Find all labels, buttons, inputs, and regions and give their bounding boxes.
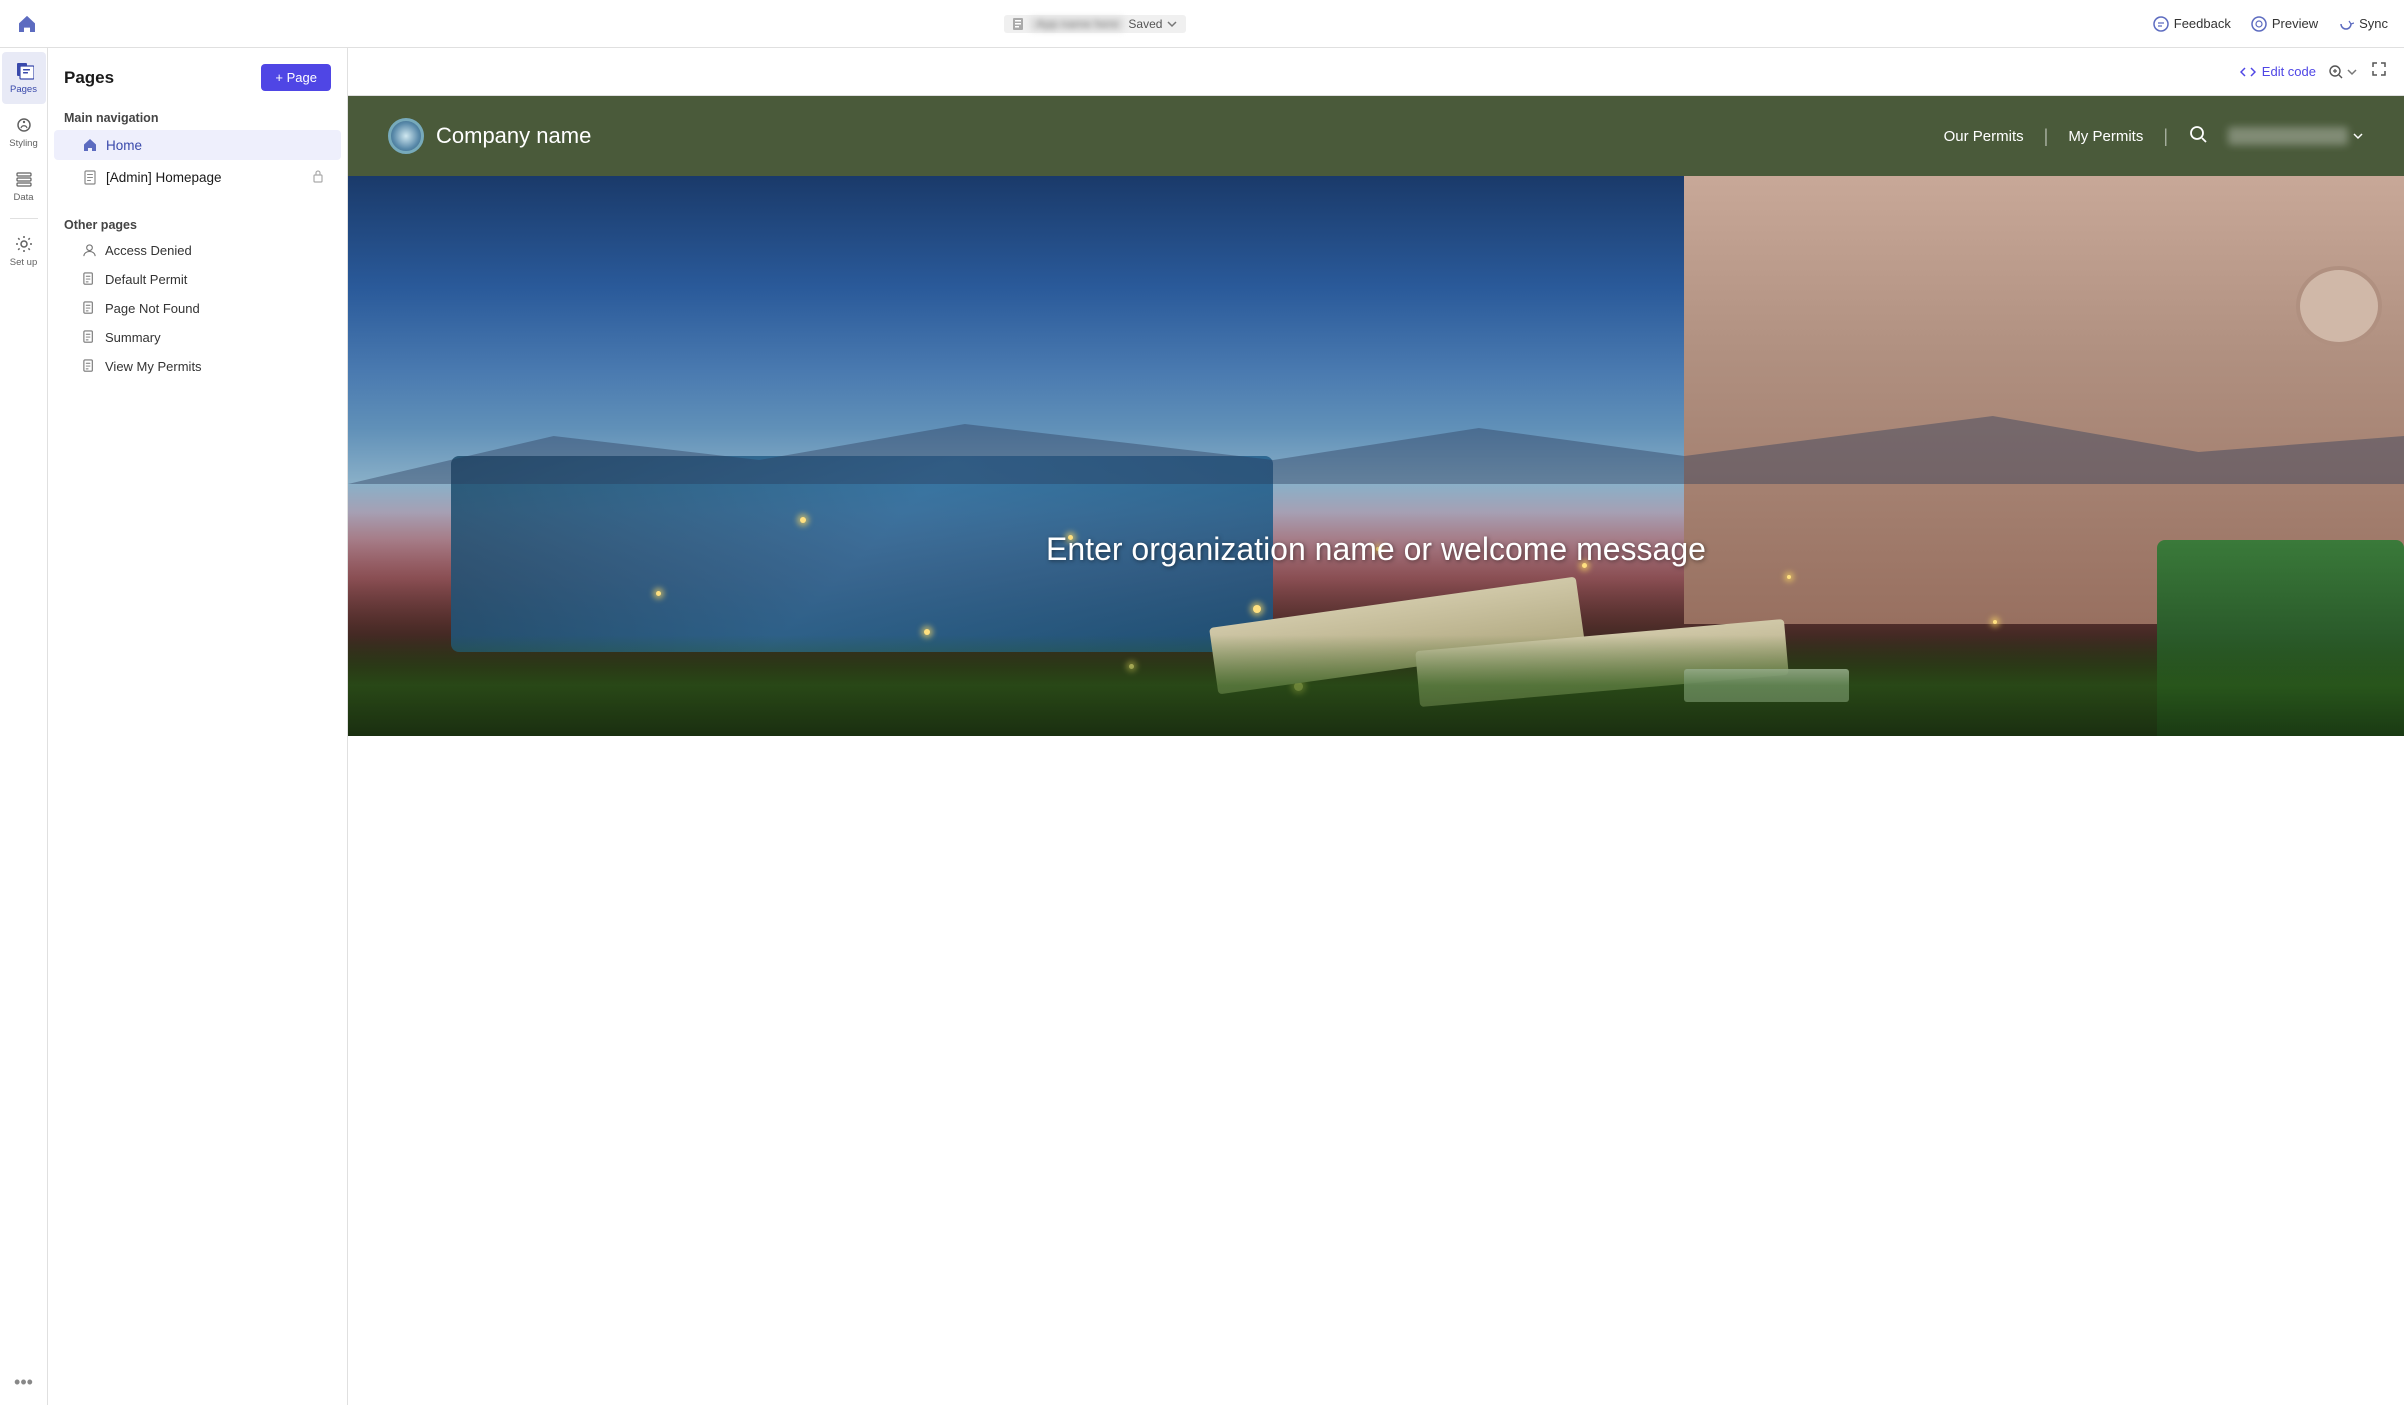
- top-bar-center: App name here Saved: [1004, 15, 1186, 33]
- edit-code-label: Edit code: [2262, 64, 2316, 79]
- portal-nav-separator-2: |: [2163, 126, 2168, 147]
- portal-header: Company name Our Permits | My Permits |: [348, 96, 2404, 176]
- pages-label: Pages: [10, 84, 37, 95]
- nav-item-default-permit[interactable]: Default Permit: [54, 266, 341, 293]
- file-icon: [1012, 18, 1026, 30]
- nav-item-admin-homepage[interactable]: [Admin] Homepage: [54, 162, 341, 193]
- portal-nav-separator-1: |: [2044, 126, 2049, 147]
- styling-icon: [14, 115, 34, 135]
- preview-icon: [2251, 16, 2267, 32]
- top-bar-right: Feedback Preview Sync: [2153, 16, 2388, 32]
- hero-section[interactable]: Enter organization name or welcome messa…: [348, 176, 2404, 736]
- expand-icon: [2370, 60, 2388, 78]
- save-label: Saved: [1128, 17, 1162, 31]
- home-nav-icon: [82, 137, 98, 153]
- portal-nav-my-permits[interactable]: My Permits: [2068, 128, 2143, 145]
- edit-code-icon: [2240, 64, 2256, 80]
- sidebar-title: Pages: [64, 68, 114, 88]
- summary-label: Summary: [105, 330, 161, 345]
- portal-search-icon[interactable]: [2188, 124, 2208, 149]
- pages-icon: [14, 61, 34, 81]
- section-gap: [48, 194, 347, 210]
- page-not-found-label: Page Not Found: [105, 301, 200, 316]
- feedback-icon: [2153, 16, 2169, 32]
- house-circular-window: [2296, 266, 2382, 347]
- access-denied-label: Access Denied: [105, 243, 192, 258]
- edit-code-button[interactable]: Edit code: [2240, 64, 2316, 80]
- icon-bar-separator: [10, 218, 38, 219]
- light-dot-5: [1253, 605, 1261, 613]
- page-not-found-icon: [82, 301, 97, 316]
- setup-label: Set up: [10, 257, 37, 268]
- home-label: Home: [106, 138, 142, 153]
- content-area: Edit code: [348, 48, 2404, 1405]
- top-bar-left: [16, 13, 38, 35]
- preview-frame: Company name Our Permits | My Permits |: [348, 96, 2404, 1405]
- sidebar-header: Pages + Page: [48, 48, 347, 103]
- setup-icon: [14, 234, 34, 254]
- nav-item-summary[interactable]: Summary: [54, 324, 341, 351]
- view-my-permits-label: View My Permits: [105, 359, 202, 374]
- feedback-label: Feedback: [2174, 16, 2231, 31]
- default-permit-page-icon: [82, 272, 97, 287]
- mountain-silhouette: [348, 404, 2404, 484]
- main-layout: Pages Styling Data Set up: [0, 48, 2404, 1405]
- hero-text[interactable]: Enter organization name or welcome messa…: [348, 531, 2404, 568]
- portal-user-name: [2228, 127, 2348, 145]
- more-options[interactable]: •••: [14, 1372, 33, 1405]
- save-badge: App name here Saved: [1004, 15, 1186, 33]
- nav-item-access-denied[interactable]: Access Denied: [54, 237, 341, 264]
- add-page-button[interactable]: + Page: [261, 64, 331, 91]
- styling-label: Styling: [9, 138, 38, 149]
- other-pages-label: Other pages: [48, 210, 347, 236]
- sidebar-panel: Pages + Page Main navigation Home ··· [A…: [48, 48, 348, 1405]
- nav-item-view-my-permits[interactable]: View My Permits: [54, 353, 341, 380]
- data-icon: [14, 169, 34, 189]
- lock-icon: [311, 169, 325, 186]
- portal-logo-icon: [388, 118, 424, 154]
- summary-page-icon: [82, 330, 97, 345]
- top-bar: App name here Saved Feedback Preview: [0, 0, 2404, 48]
- sync-icon: [2338, 16, 2354, 32]
- portal-user-chevron-icon: [2352, 130, 2364, 142]
- portal-company-name: Company name: [436, 123, 591, 149]
- sync-button[interactable]: Sync: [2338, 16, 2388, 32]
- default-permit-label: Default Permit: [105, 272, 187, 287]
- portal-logo: Company name: [388, 118, 591, 154]
- light-dot-11: [1993, 620, 1997, 624]
- zoom-control[interactable]: [2328, 64, 2358, 80]
- sidebar-item-styling[interactable]: Styling: [2, 106, 46, 158]
- zoom-chevron-icon: [2346, 66, 2358, 78]
- garden-grass: [348, 635, 2404, 736]
- main-nav-label: Main navigation: [48, 103, 347, 129]
- sync-label: Sync: [2359, 16, 2388, 31]
- chevron-down-icon[interactable]: [1166, 18, 1178, 30]
- portal-nav: Our Permits | My Permits |: [1944, 124, 2364, 149]
- zoom-icon: [2328, 64, 2344, 80]
- page-icon: [82, 170, 98, 186]
- blurred-app-name: App name here: [1030, 17, 1124, 31]
- sidebar-item-data[interactable]: Data: [2, 160, 46, 212]
- portal-nav-our-permits[interactable]: Our Permits: [1944, 128, 2024, 145]
- icon-bar: Pages Styling Data Set up: [0, 48, 48, 1405]
- data-label: Data: [13, 192, 33, 203]
- preview-button[interactable]: Preview: [2251, 16, 2318, 32]
- admin-homepage-label: [Admin] Homepage: [106, 170, 222, 185]
- preview-canvas[interactable]: Company name Our Permits | My Permits |: [348, 96, 2404, 1405]
- content-toolbar: Edit code: [348, 48, 2404, 96]
- sidebar-item-pages[interactable]: Pages: [2, 52, 46, 104]
- preview-label: Preview: [2272, 16, 2318, 31]
- view-my-permits-icon: [82, 359, 97, 374]
- sidebar-item-setup[interactable]: Set up: [2, 225, 46, 277]
- feedback-button[interactable]: Feedback: [2153, 16, 2231, 32]
- nav-item-home[interactable]: Home ···: [54, 130, 341, 160]
- home-icon[interactable]: [16, 13, 38, 35]
- nav-item-page-not-found[interactable]: Page Not Found: [54, 295, 341, 322]
- portal-user-menu[interactable]: [2228, 127, 2364, 145]
- expand-button[interactable]: [2370, 60, 2388, 83]
- user-icon: [82, 243, 97, 258]
